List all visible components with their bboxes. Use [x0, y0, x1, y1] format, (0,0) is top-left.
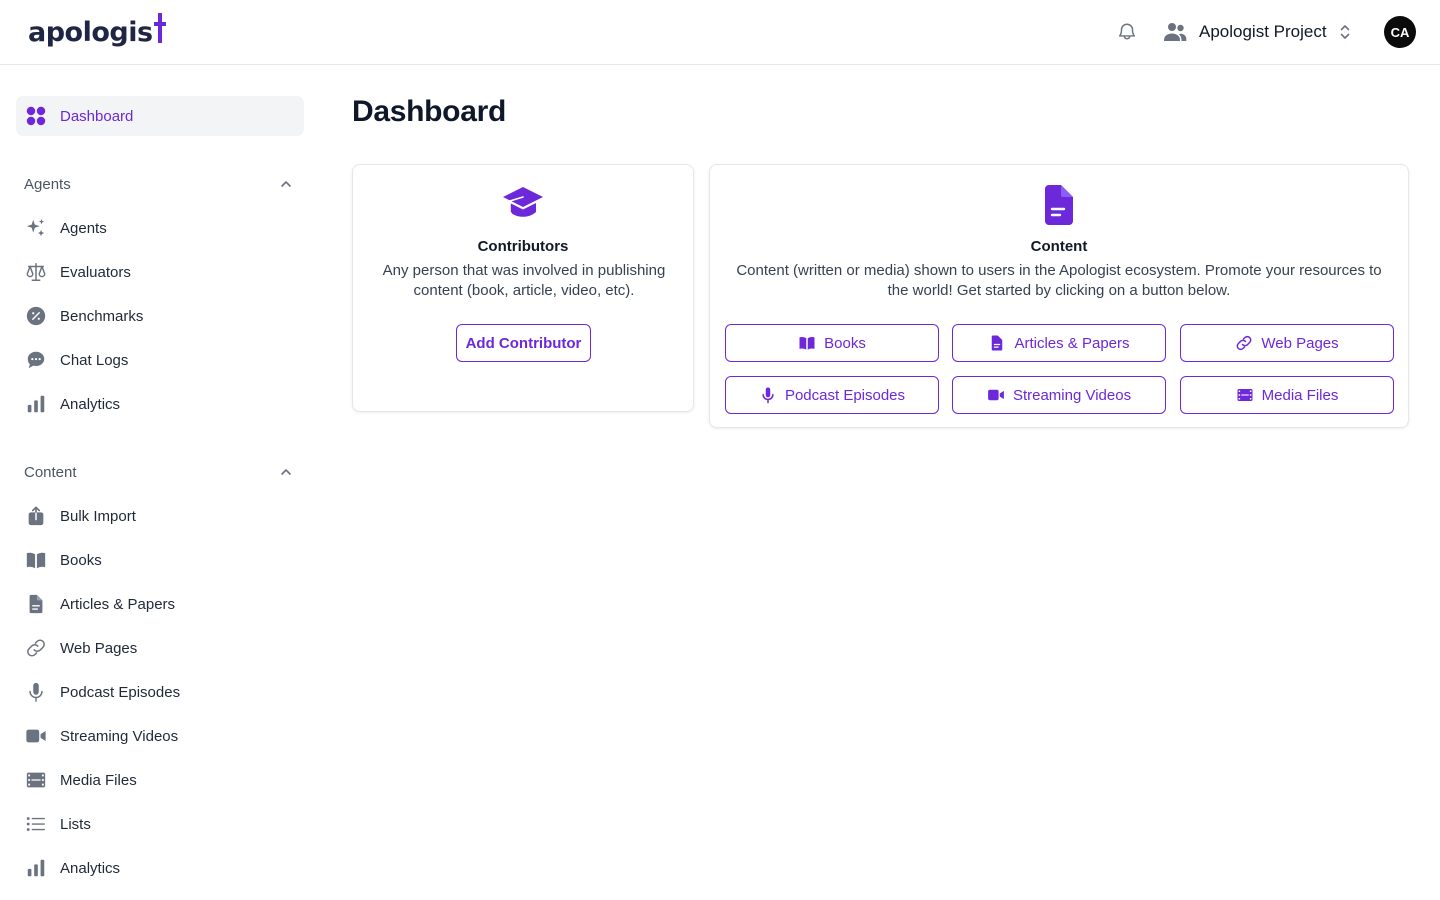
sidebar-item-label: Bulk Import — [60, 507, 136, 525]
card-description: Any person that was involved in publishi… — [382, 262, 666, 299]
scale-icon — [24, 260, 48, 284]
chevron-up-down-icon — [1340, 25, 1349, 39]
document-icon — [1045, 185, 1073, 225]
users-icon — [1164, 23, 1187, 41]
project-switcher[interactable]: Apologist Project — [1163, 16, 1352, 48]
sidebar-item-agents-analytics[interactable]: Analytics — [16, 384, 304, 424]
sidebar-item-chat-logs[interactable]: Chat Logs — [16, 340, 304, 380]
sidebar-item-label: Lists — [60, 815, 91, 833]
badge-percent-icon — [24, 304, 48, 328]
sidebar-item-web-pages[interactable]: Web Pages — [16, 628, 304, 668]
section-title: Agents — [24, 175, 71, 193]
sidebar-item-content-analytics[interactable]: Analytics — [16, 848, 304, 888]
content-card: Content Content (written or media) shown… — [709, 164, 1409, 428]
card-title: Contributors — [477, 238, 569, 255]
sidebar-item-label: Streaming Videos — [60, 727, 179, 745]
chevron-up-icon — [281, 181, 291, 187]
sidebar-item-benchmarks[interactable]: Benchmarks — [16, 296, 304, 336]
sparkles-icon — [24, 216, 48, 240]
media-files-button[interactable]: Media Files — [1180, 376, 1394, 414]
sidebar-item-label: Media Files — [60, 771, 137, 789]
top-bar: apologis Apologist Project CA — [0, 0, 1440, 65]
card-description: Content (written or media) shown to user… — [736, 262, 1382, 299]
podcast-episodes-button[interactable]: Podcast Episodes — [725, 376, 939, 414]
sidebar-item-lists[interactable]: Lists — [16, 804, 304, 844]
book-icon — [798, 334, 816, 352]
button-label: Books — [824, 334, 866, 352]
sidebar-item-label: Evaluators — [60, 263, 131, 281]
sidebar-item-label: Books — [60, 551, 102, 569]
upload-icon — [24, 504, 48, 528]
microphone-icon — [759, 386, 777, 404]
video-icon — [987, 386, 1005, 404]
contributors-card: Contributors Any person that was involve… — [352, 164, 694, 412]
sidebar-item-agents[interactable]: Agents — [16, 208, 304, 248]
add-contributor-button[interactable]: Add Contributor — [456, 324, 591, 362]
chat-icon — [24, 348, 48, 372]
sidebar-item-books[interactable]: Books — [16, 540, 304, 580]
sidebar-item-label: Articles & Papers — [60, 595, 176, 613]
grid-icon — [24, 104, 48, 128]
sidebar-item-label: Analytics — [60, 859, 121, 877]
sidebar-item-streaming-videos[interactable]: Streaming Videos — [16, 716, 304, 756]
page-title: Dashboard — [352, 95, 506, 128]
microphone-icon — [24, 680, 48, 704]
sidebar: Dashboard Agents Agents Evaluators Bench… — [0, 65, 320, 900]
books-button[interactable]: Books — [725, 324, 939, 362]
list-icon — [24, 812, 48, 836]
book-icon — [24, 548, 48, 572]
articles-papers-button[interactable]: Articles & Papers — [952, 324, 1166, 362]
sidebar-item-media-files[interactable]: Media Files — [16, 760, 304, 800]
button-label: Articles & Papers — [1014, 334, 1130, 352]
logo-text: apologis — [28, 16, 153, 48]
link-icon — [1235, 334, 1253, 352]
project-name: Apologist Project — [1199, 22, 1327, 41]
button-label: Media Files — [1261, 386, 1339, 404]
button-label: Streaming Videos — [1012, 386, 1132, 404]
sidebar-item-label: Podcast Episodes — [60, 683, 181, 701]
logo[interactable]: apologis — [28, 12, 166, 52]
sidebar-item-podcast-episodes[interactable]: Podcast Episodes — [16, 672, 304, 712]
sidebar-item-articles-papers[interactable]: Articles & Papers — [16, 584, 304, 624]
chevron-up-icon — [281, 469, 291, 475]
sidebar-item-dashboard[interactable]: Dashboard — [16, 96, 304, 136]
sidebar-item-label: Dashboard — [60, 107, 134, 125]
sidebar-item-label: Analytics — [60, 395, 121, 413]
logo-cross-icon — [153, 13, 166, 43]
avatar[interactable]: CA — [1384, 16, 1416, 48]
streaming-videos-button[interactable]: Streaming Videos — [952, 376, 1166, 414]
link-icon — [24, 636, 48, 660]
section-toggle-agents[interactable]: Agents — [24, 174, 304, 194]
document-icon — [24, 592, 48, 616]
sidebar-item-label: Web Pages — [60, 639, 138, 657]
sidebar-item-label: Chat Logs — [60, 351, 129, 369]
sidebar-item-label: Benchmarks — [60, 307, 144, 325]
graduation-cap-icon — [503, 187, 543, 217]
bar-chart-icon — [24, 392, 48, 416]
document-icon — [988, 334, 1006, 352]
card-title: Content — [1030, 238, 1088, 255]
video-icon — [24, 724, 48, 748]
sidebar-item-evaluators[interactable]: Evaluators — [16, 252, 304, 292]
web-pages-button[interactable]: Web Pages — [1180, 324, 1394, 362]
button-label: Podcast Episodes — [784, 386, 906, 404]
bell-icon[interactable] — [1116, 21, 1138, 43]
sidebar-item-bulk-import[interactable]: Bulk Import — [16, 496, 304, 536]
section-title: Content — [24, 463, 77, 481]
sidebar-item-label: Agents — [60, 219, 107, 237]
bar-chart-icon — [24, 856, 48, 880]
section-toggle-content[interactable]: Content — [24, 462, 304, 482]
film-icon — [1236, 386, 1254, 404]
button-label: Web Pages — [1261, 334, 1339, 352]
film-icon — [24, 768, 48, 792]
